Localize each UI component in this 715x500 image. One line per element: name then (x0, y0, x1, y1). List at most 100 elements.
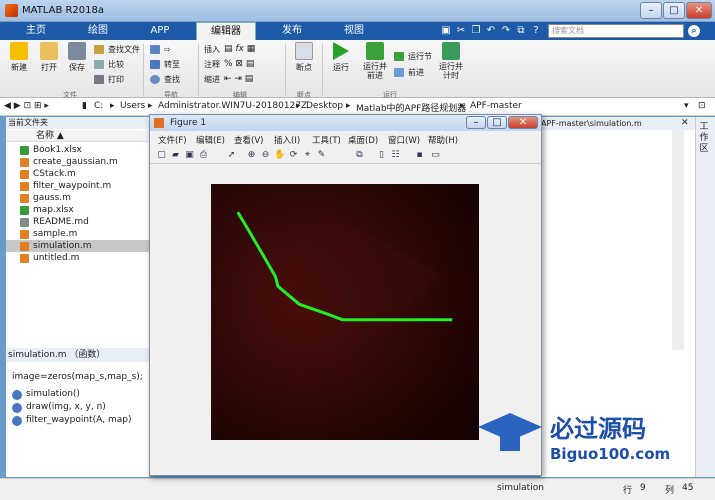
zoom-in-icon[interactable]: ⊕ (246, 150, 257, 161)
close-tab-icon[interactable]: ✕ (681, 118, 689, 128)
comment-button[interactable]: 注释 (204, 58, 220, 71)
function-item[interactable]: filter_waypoint(A, map) (12, 415, 132, 426)
divider (322, 44, 323, 96)
figure-menu-item[interactable]: 编辑(E) (196, 134, 225, 146)
browse-button[interactable]: ⊡ (698, 101, 706, 111)
run-section-button[interactable]: 运行节 (394, 50, 432, 63)
rotate-icon[interactable]: ⟳ (288, 150, 299, 161)
browse-dropdown-icon[interactable]: ▾ (684, 101, 689, 111)
pan-icon[interactable]: ✋ (274, 150, 285, 161)
file-item[interactable]: Book1.xlsx (6, 144, 150, 156)
function-item[interactable]: draw(img, x, y, n) (12, 402, 106, 413)
function-item[interactable]: simulation() (12, 389, 80, 400)
run-section-label: 运行 (383, 91, 397, 99)
stopwatch-icon (442, 42, 460, 60)
file-item[interactable]: map.xlsx (6, 204, 150, 216)
breadcrumb-3[interactable]: Desktop (306, 101, 343, 111)
figure-menu-item[interactable]: 查看(V) (234, 134, 263, 146)
file-item[interactable]: filter_waypoint.m (6, 180, 150, 192)
maximize-button[interactable]: □ (663, 2, 685, 19)
file-name: untitled.m (33, 253, 80, 263)
colorbar-icon[interactable]: ▯ (376, 150, 387, 161)
breadcrumb-4[interactable]: Matlab中的APF路径规划器 (356, 101, 466, 114)
tab-view[interactable]: 视图 (324, 22, 384, 40)
search-documentation-input[interactable]: 搜索文档 (548, 24, 684, 38)
breakpoints-button[interactable]: 断点 (289, 42, 319, 73)
figure-maximize-button[interactable]: □ (487, 116, 507, 129)
tab-apps[interactable]: APP (130, 22, 190, 40)
tab-home[interactable]: 主页 (6, 22, 66, 40)
open-button[interactable]: 打开 (34, 42, 64, 73)
watermark-cn: 必过源码 (550, 415, 646, 443)
copy-quick-icon[interactable]: ❐ (470, 25, 482, 37)
link-plot-icon[interactable]: ⧉ (354, 150, 365, 161)
back-forward-button[interactable]: ⇨ (150, 43, 171, 56)
breadcrumb-1[interactable]: Users (120, 101, 145, 111)
workspace-panel[interactable] (695, 117, 715, 477)
find-files-button[interactable]: 查找文件 (94, 43, 140, 56)
figure-menu-item[interactable]: 帮助(H) (428, 134, 458, 146)
advance-button[interactable]: 前进 (394, 66, 424, 79)
indent-button[interactable]: 缩进 (204, 73, 220, 86)
breadcrumb-2[interactable]: Administrator.WIN7U-20180127Z (158, 101, 307, 111)
file-item[interactable]: CStack.m (6, 168, 150, 180)
file-item[interactable]: create_gaussian.m (6, 156, 150, 168)
indent-arrows-icon[interactable]: ⇤ ⇥ ▤ (224, 74, 253, 84)
breadcrumb-0[interactable]: C: (94, 101, 103, 111)
zoom-out-icon[interactable]: ⊖ (260, 150, 271, 161)
open-file-icon[interactable]: ▰ (170, 150, 181, 161)
run-button[interactable]: 运行 (326, 42, 356, 73)
cut-quick-icon[interactable]: ✂ (455, 25, 467, 37)
run-and-time-button[interactable]: 运行并 计时 (434, 42, 468, 80)
help-quick-icon[interactable]: ? (530, 25, 542, 37)
print-figure-icon[interactable]: ⎙ (198, 150, 209, 161)
figure-menu-item[interactable]: 文件(F) (158, 134, 187, 146)
minimize-button[interactable]: – (640, 2, 662, 19)
insert-section-icon[interactable]: ▤ fx ▦ (224, 44, 255, 54)
find-button[interactable]: 查找 (150, 73, 180, 86)
figure-menu-item[interactable]: 桌面(D) (348, 134, 378, 146)
switch-windows-icon[interactable]: ⧉ (515, 25, 527, 37)
figure-close-button[interactable]: ✕ (508, 116, 538, 129)
print-button[interactable]: 打印 (94, 73, 124, 86)
insert-button[interactable]: 插入 (204, 43, 220, 56)
editor-tab[interactable]: APF-master\simulation.m (541, 117, 696, 130)
save-quick-icon[interactable]: ▣ (440, 25, 452, 37)
save-figure-icon[interactable]: ▣ (184, 150, 195, 161)
file-item[interactable]: simulation.m (6, 240, 150, 252)
breadcrumb-5[interactable]: APF-master (470, 101, 522, 111)
tab-editor[interactable]: 编辑器 (196, 22, 256, 40)
file-item[interactable]: untitled.m (6, 252, 150, 264)
folder-icon[interactable]: ▮ (82, 101, 87, 111)
hide-plot-tools-icon[interactable]: ▪ (414, 150, 425, 161)
goto-button[interactable]: 转至 (150, 58, 180, 71)
show-plot-tools-icon[interactable]: ▭ (430, 150, 441, 161)
close-button[interactable]: ✕ (686, 2, 712, 19)
back-icon[interactable]: ◀ ▶ ⊡ ⊞ ▸ (4, 101, 49, 111)
new-figure-icon[interactable]: ▢ (156, 150, 167, 161)
redo-quick-icon[interactable]: ↷ (500, 25, 512, 37)
save-label: 保存 (69, 63, 85, 72)
file-item[interactable]: sample.m (6, 228, 150, 240)
search-icon[interactable]: ⌕ (688, 25, 700, 37)
tab-plots[interactable]: 绘图 (68, 22, 128, 40)
pointer-icon[interactable]: ➚ (226, 150, 237, 161)
editor-scrollbar[interactable] (672, 130, 684, 350)
undo-quick-icon[interactable]: ↶ (485, 25, 497, 37)
tab-publish[interactable]: 发布 (262, 22, 322, 40)
file-item[interactable]: README.md (6, 216, 150, 228)
comment-percent-icon[interactable]: % ⊠ ▤ (224, 59, 254, 69)
figure-menu-item[interactable]: 窗口(W) (388, 134, 420, 146)
file-item[interactable]: gauss.m (6, 192, 150, 204)
compare-button[interactable]: 比较 (94, 58, 124, 71)
new-button[interactable]: 新建 (4, 42, 34, 73)
data-cursor-icon[interactable]: ⌖ (302, 150, 313, 161)
brush-icon[interactable]: ✎ (316, 150, 327, 161)
figure-menu-item[interactable]: 工具(T) (312, 134, 341, 146)
name-column-header[interactable]: 名称 ▲ (6, 130, 150, 142)
save-button[interactable]: 保存 (62, 42, 92, 73)
figure-menu-item[interactable]: 插入(I) (274, 134, 300, 146)
legend-icon[interactable]: ☷ (390, 150, 401, 161)
figure-minimize-button[interactable]: – (466, 116, 486, 129)
run-and-advance-button[interactable]: 运行并 前进 (358, 42, 392, 80)
